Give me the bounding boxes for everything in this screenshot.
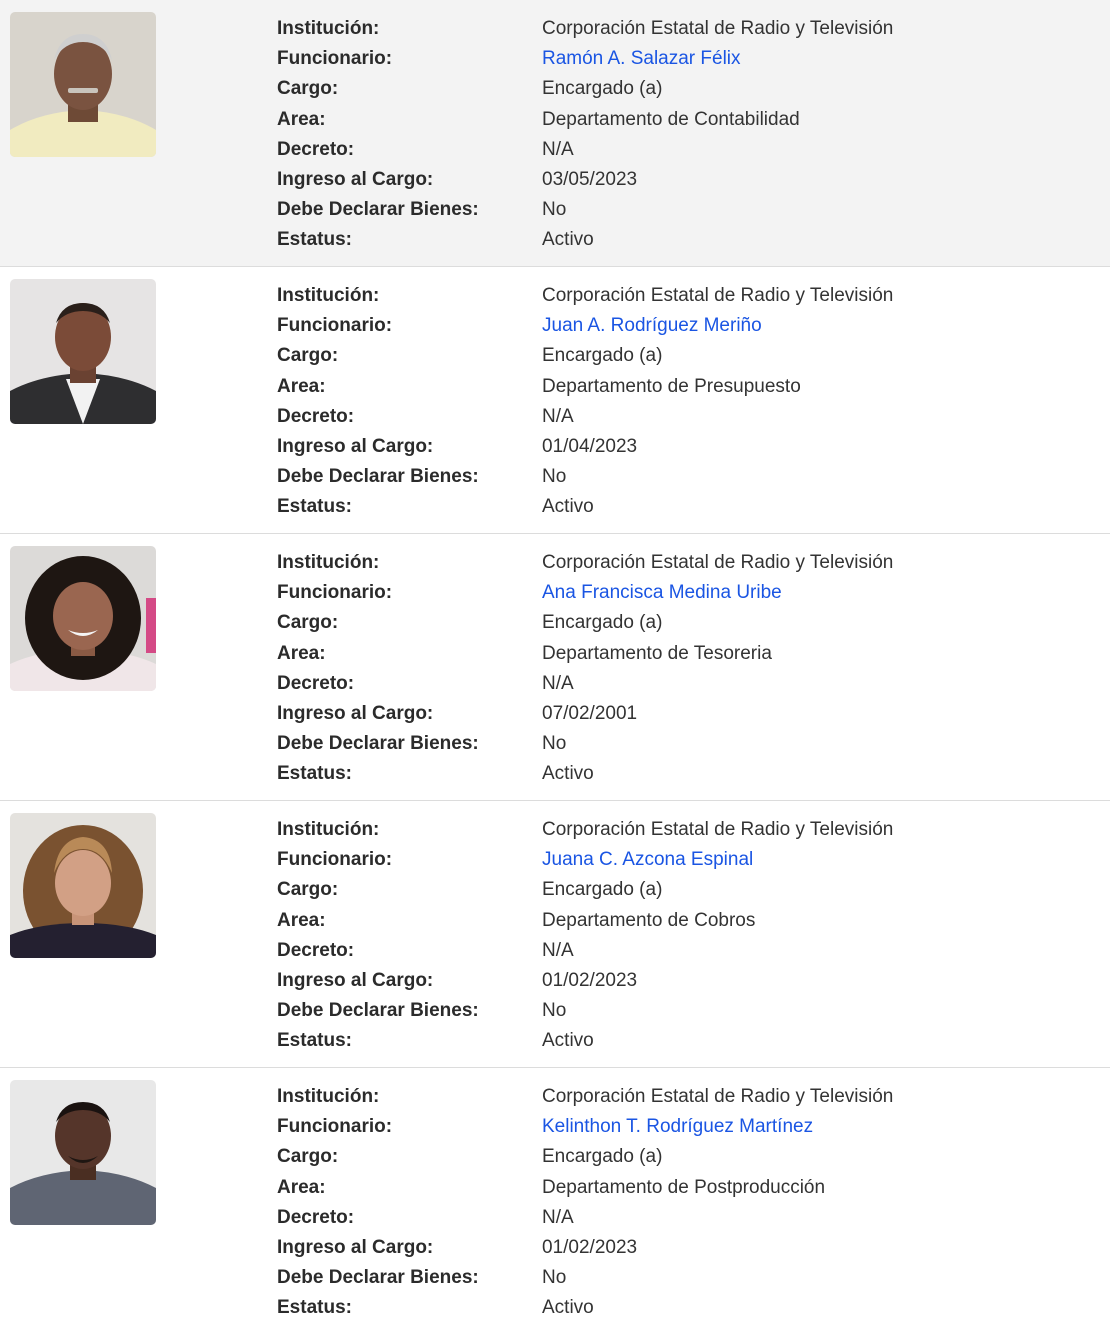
- field-declarar: Debe Declarar Bienes: No: [277, 1267, 567, 1289]
- field-area: Area: Departamento de Contabilidad: [277, 108, 800, 130]
- field-institucion: Institución: Corporación Estatal de Radio…: [277, 18, 894, 39]
- field-decreto: Decreto: N/A: [277, 1206, 574, 1228]
- official-row: Institución: Corporación Estatal de Radio…: [0, 801, 1110, 1068]
- field-area: Area: Departamento de Presupuesto: [277, 375, 801, 397]
- field-institucion: Institución: Corporación Estatal de Radio…: [277, 285, 894, 306]
- field-decreto: Decreto: N/A: [277, 405, 574, 427]
- official-name-link[interactable]: Kelinthon T. Rodríguez Martínez: [542, 1112, 813, 1142]
- field-funcionario: Funcionario: Juan A. Rodríguez Meriño: [277, 311, 893, 341]
- field-ingreso: Ingreso al Cargo: 01/02/2023: [277, 969, 638, 991]
- field-area: Area: Departamento de Tesoreria: [277, 642, 772, 664]
- field-funcionario: Funcionario: Ramón A. Salazar Félix: [277, 44, 893, 74]
- official-row: Institución: Corporación Estatal de Radio…: [0, 534, 1110, 801]
- official-row: Institución: Corporación Estatal de Radio…: [0, 267, 1110, 534]
- official-photo: [10, 813, 156, 958]
- field-decreto: Decreto: N/A: [277, 138, 574, 160]
- official-photo: [10, 546, 156, 691]
- field-cargo: Cargo: Encargado (a): [277, 345, 663, 367]
- field-decreto: Decreto: N/A: [277, 939, 574, 961]
- field-estatus: Estatus: Activo: [277, 229, 594, 251]
- field-institucion: Institución: Corporación Estatal de Radio…: [277, 552, 894, 573]
- field-estatus: Estatus: Activo: [277, 1297, 594, 1319]
- official-details: Institución: Corporación Estatal de Radio…: [277, 1082, 893, 1324]
- field-declarar: Debe Declarar Bienes: No: [277, 1000, 567, 1022]
- field-estatus: Estatus: Activo: [277, 763, 594, 785]
- field-cargo: Cargo: Encargado (a): [277, 78, 663, 100]
- field-decreto: Decreto: N/A: [277, 672, 574, 694]
- official-name-link[interactable]: Ana Francisca Medina Uribe: [542, 578, 782, 608]
- field-funcionario: Funcionario: Kelinthon T. Rodríguez Martí…: [277, 1112, 893, 1142]
- official-row: Institución: Corporación Estatal de Radio…: [0, 0, 1110, 267]
- field-institucion: Institución: Corporación Estatal de Radio…: [277, 1086, 894, 1107]
- official-name-link[interactable]: Juana C. Azcona Espinal: [542, 845, 753, 875]
- field-estatus: Estatus: Activo: [277, 496, 594, 518]
- field-cargo: Cargo: Encargado (a): [277, 612, 663, 634]
- field-declarar: Debe Declarar Bienes: No: [277, 199, 567, 221]
- field-funcionario: Funcionario: Ana Francisca Medina Uribe: [277, 578, 893, 608]
- field-institucion: Institución: Corporación Estatal de Radio…: [277, 819, 894, 840]
- field-cargo: Cargo: Encargado (a): [277, 1146, 663, 1168]
- official-row: Institución: Corporación Estatal de Radio…: [0, 1068, 1110, 1331]
- official-details: Institución: Corporación Estatal de Radio…: [277, 14, 893, 256]
- field-area: Area: Departamento de Postproducción: [277, 1176, 826, 1198]
- field-cargo: Cargo: Encargado (a): [277, 879, 663, 901]
- official-photo: [10, 1080, 156, 1225]
- field-funcionario: Funcionario: Juana C. Azcona Espinal: [277, 845, 893, 875]
- official-photo: [10, 12, 156, 157]
- official-photo: [10, 279, 156, 424]
- official-details: Institución: Corporación Estatal de Radio…: [277, 281, 893, 523]
- field-declarar: Debe Declarar Bienes: No: [277, 466, 567, 488]
- field-area: Area: Departamento de Cobros: [277, 909, 756, 931]
- field-estatus: Estatus: Activo: [277, 1030, 594, 1052]
- official-name-link[interactable]: Ramón A. Salazar Félix: [542, 44, 741, 74]
- official-name-link[interactable]: Juan A. Rodríguez Meriño: [542, 311, 762, 341]
- field-ingreso: Ingreso al Cargo: 03/05/2023: [277, 168, 638, 190]
- field-ingreso: Ingreso al Cargo: 01/04/2023: [277, 435, 638, 457]
- officials-list: Institución: Corporación Estatal de Radio…: [0, 0, 1110, 1331]
- field-ingreso: Ingreso al Cargo: 01/02/2023: [277, 1236, 638, 1258]
- official-details: Institución: Corporación Estatal de Radio…: [277, 815, 893, 1057]
- field-declarar: Debe Declarar Bienes: No: [277, 733, 567, 755]
- official-details: Institución: Corporación Estatal de Radio…: [277, 548, 893, 790]
- field-ingreso: Ingreso al Cargo: 07/02/2001: [277, 702, 638, 724]
